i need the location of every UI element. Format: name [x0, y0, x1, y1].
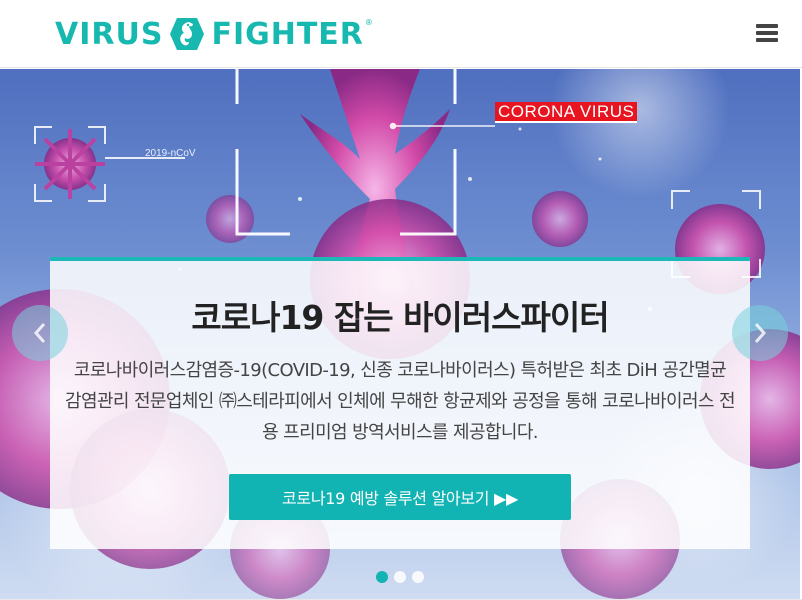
registered-mark: ® [364, 18, 373, 27]
menu-bar [756, 38, 778, 42]
menu-bar [756, 24, 778, 28]
slider-dot-1[interactable] [376, 571, 388, 583]
hero-title: 코로나19 잡는 바이러스파이터 [191, 298, 609, 337]
site-header: VIRUS FIGHTER ® [0, 0, 802, 68]
chevron-left-icon [33, 323, 46, 343]
logo-text-virus: VIRUS [55, 16, 164, 52]
ncov-label: 2019-nCoV [145, 148, 196, 159]
virus-fighter-logo[interactable]: VIRUS FIGHTER ® [55, 12, 373, 56]
menu-bar [756, 31, 778, 35]
covid-solution-button[interactable]: 코로나19 예방 솔루션 알아보기 ▶▶ [229, 474, 571, 520]
hero-content-card: 코로나19 잡는 바이러스파이터 코로나바이러스감염증-19(COVID-19,… [50, 257, 750, 549]
slider-dot-2[interactable] [394, 571, 406, 583]
logo-text-fighter: FIGHTER [211, 16, 364, 52]
slider-dot-3[interactable] [412, 571, 424, 583]
seahorse-emblem-icon [170, 18, 205, 50]
slider-next-button[interactable] [732, 305, 788, 361]
corona-virus-label: CORONA VIRUS [495, 102, 638, 123]
hero-slider: CORONA VIRUS 2019-nCoV 코로나19 잡는 바이러스파이터 … [0, 69, 800, 600]
slider-prev-button[interactable] [12, 305, 68, 361]
slider-pagination [376, 571, 424, 583]
chevron-right-icon [754, 323, 767, 343]
hamburger-menu-icon[interactable] [756, 22, 778, 44]
hero-description: 코로나바이러스감염증-19(COVID-19, 신종 코로나바이러스) 특허받은… [65, 360, 736, 443]
